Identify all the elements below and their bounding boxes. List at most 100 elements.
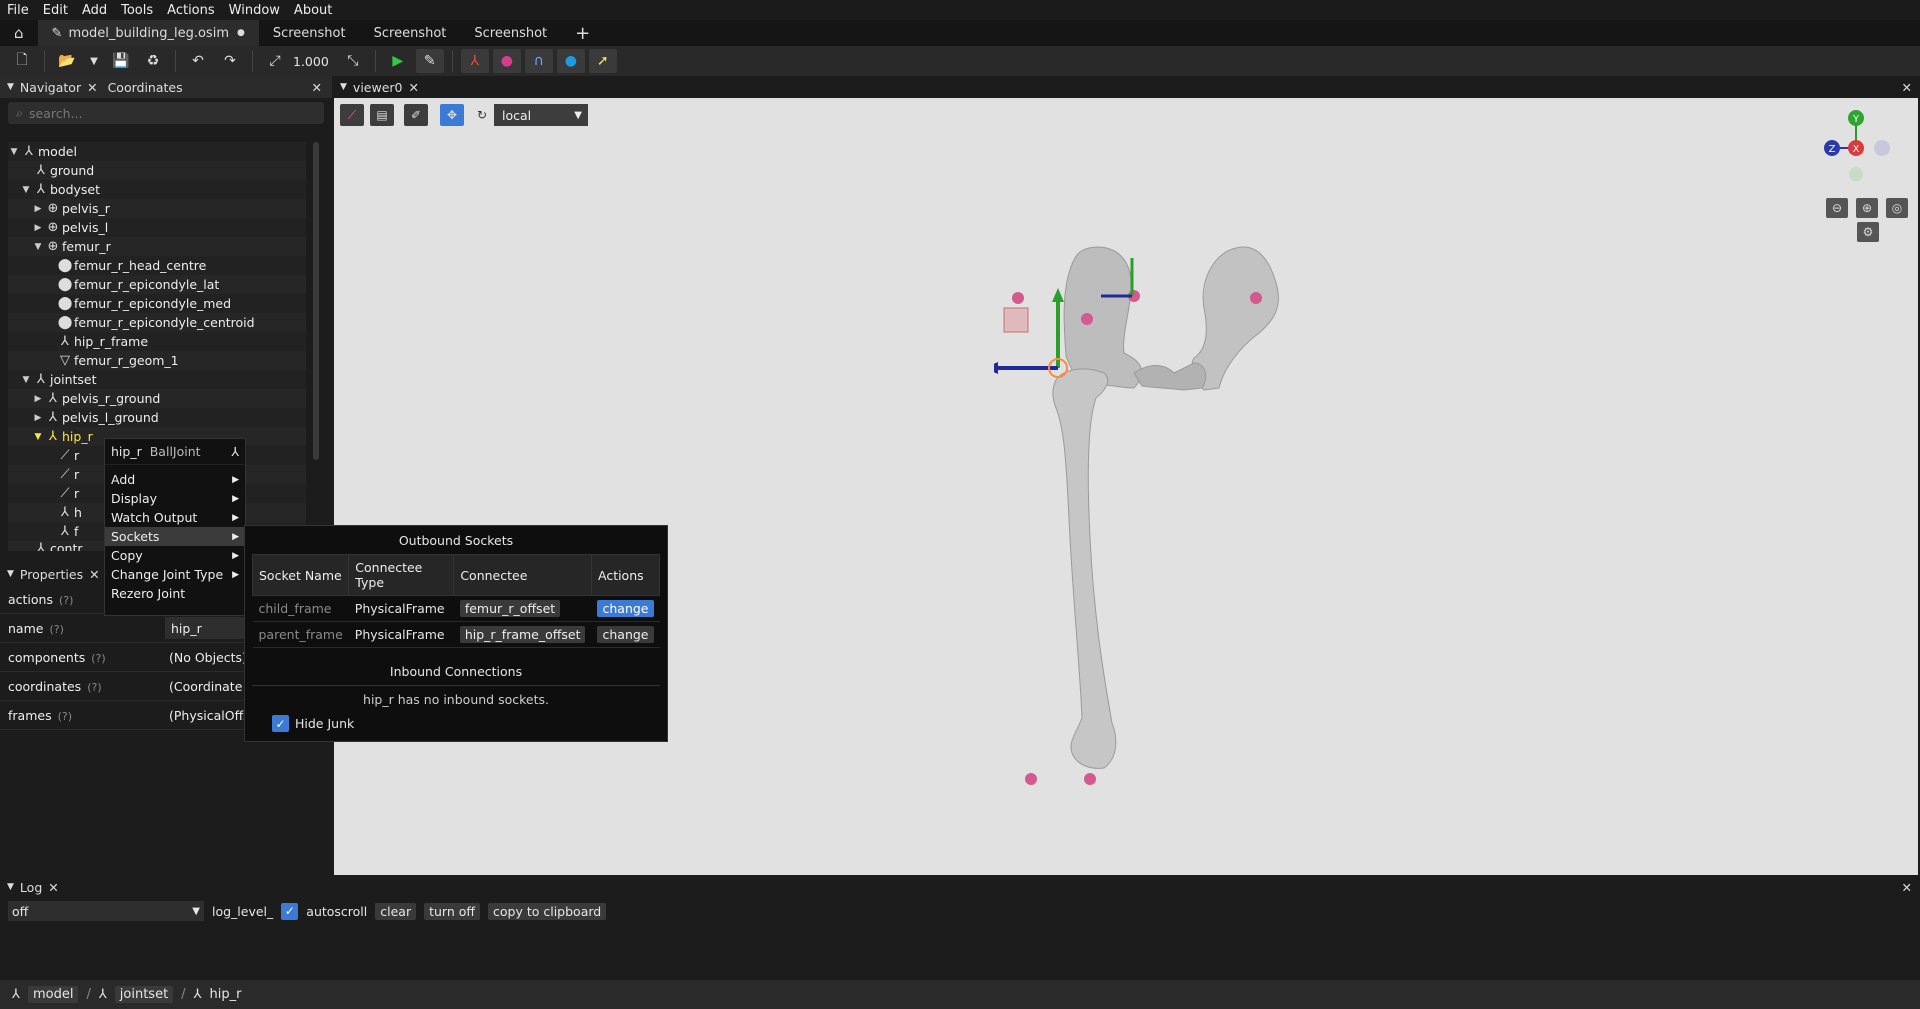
left-pelvis-bone[interactable]	[1191, 246, 1279, 391]
tree-item-femur-r-head-centre[interactable]: ⬤ femur_r_head_centre	[8, 256, 306, 275]
tab-properties[interactable]: Properties	[20, 567, 83, 582]
tab-screenshot-1[interactable]: Screenshot	[259, 20, 360, 46]
new-file-button[interactable]: 🗋	[8, 49, 36, 73]
rotate-mode-button[interactable]: ↻	[470, 104, 494, 126]
expanded-arrow-icon[interactable]: ▼	[32, 432, 44, 442]
tree-item-pelvis-l-ground[interactable]: ▶ ⅄ pelvis_l_ground	[8, 408, 306, 427]
close-icon[interactable]: ✕	[89, 567, 99, 582]
change-button[interactable]: change	[597, 626, 654, 643]
femur-bone[interactable]	[1052, 368, 1117, 769]
collapse-icon[interactable]: ▼	[7, 82, 14, 92]
help-marker[interactable]: (?)	[87, 681, 101, 694]
menu-item-display[interactable]: Display ▶	[105, 489, 245, 508]
close-icon[interactable]: ✕	[48, 880, 58, 895]
autofocus-button[interactable]: ◎	[1886, 198, 1908, 218]
add-tab-button[interactable]: +	[561, 20, 604, 46]
show-contact-geometry-button[interactable]: ●	[556, 49, 585, 73]
open-recent-dropdown[interactable]: ▼	[85, 49, 103, 73]
close-panel-icon[interactable]: ✕	[1902, 880, 1912, 895]
help-marker[interactable]: (?)	[91, 652, 105, 665]
open-file-button[interactable]: 📂	[53, 49, 81, 73]
connectee-link[interactable]: femur_r_offset	[459, 600, 561, 617]
collapse-icon[interactable]: ▼	[340, 82, 347, 92]
tree-item-bodyset[interactable]: ▼ ⅄ bodyset	[8, 180, 306, 199]
menu-file[interactable]: File	[0, 3, 36, 18]
show-frames-button[interactable]: ⅄	[460, 49, 489, 73]
tree-item-ground[interactable]: ⅄ ground	[8, 161, 306, 180]
tree-item-jointset[interactable]: ▼ ⅄ jointset	[8, 370, 306, 389]
autoscale-button[interactable]: ⤡	[339, 49, 367, 73]
menu-about[interactable]: About	[287, 3, 339, 18]
collapse-icon[interactable]: ▼	[7, 882, 14, 892]
breadcrumb-jointset[interactable]: jointset	[114, 986, 174, 1003]
show-markers-button[interactable]: ●	[492, 49, 521, 73]
tab-screenshot-3[interactable]: Screenshot	[460, 20, 561, 46]
tree-item-model[interactable]: ▼ ⅄ model	[8, 142, 306, 161]
redo-button[interactable]: ↷	[216, 49, 244, 73]
expanded-arrow-icon[interactable]: ▼	[20, 375, 32, 385]
tree-item-hip-r-frame[interactable]: ⅄ hip_r_frame	[8, 332, 306, 351]
tab-coordinates[interactable]: Coordinates	[108, 80, 183, 95]
edit-sim-settings-button[interactable]: ✎	[415, 49, 444, 73]
tree-item-femur-r-epicondyle-med[interactable]: ⬤ femur_r_epicondyle_med	[8, 294, 306, 313]
viewer-settings-button[interactable]: ⚙	[1857, 222, 1879, 242]
tab-navigator[interactable]: Navigator	[20, 80, 81, 95]
reload-button[interactable]: ♻	[139, 49, 167, 73]
help-marker[interactable]: (?)	[59, 594, 73, 607]
change-button[interactable]: change	[597, 600, 654, 617]
zoom-in-button[interactable]: ⊕	[1856, 198, 1878, 218]
marker-sphere[interactable]	[1081, 313, 1093, 325]
pubic-bone[interactable]	[1133, 362, 1207, 391]
collapsed-arrow-icon[interactable]: ▶	[32, 394, 44, 404]
turn-off-button[interactable]: turn off	[424, 902, 481, 920]
search-input[interactable]: ⌕ search...	[8, 102, 324, 124]
axes-gizmo[interactable]: Y X Z	[1814, 106, 1904, 186]
tree-item-pelvis-l[interactable]: ▶ ⊕ pelvis_l	[8, 218, 306, 237]
zoom-out-button[interactable]: ⊖	[1826, 198, 1848, 218]
connectee-link[interactable]: hip_r_frame_offset	[459, 626, 586, 643]
navigator-scrollbar[interactable]	[313, 142, 319, 460]
translate-mode-button[interactable]: ✥	[440, 104, 464, 126]
hide-junk-checkbox[interactable]: ✓	[272, 715, 289, 732]
menu-actions[interactable]: Actions	[160, 3, 222, 18]
undo-button[interactable]: ↶	[184, 49, 212, 73]
menu-item-copy[interactable]: Copy ▶	[105, 546, 245, 565]
log-level-select[interactable]: off ▼	[8, 901, 204, 921]
menu-item-add[interactable]: Add ▶	[105, 470, 245, 489]
3d-viewport[interactable]: ⟋ ▤ ✐ ✥ ↻ local ▼ Y X Z ⊖ ⊕ ◎ ⚙	[334, 98, 1918, 875]
close-panel-icon[interactable]: ✕	[1902, 80, 1912, 95]
breadcrumb-hip-r[interactable]: hip_r	[210, 987, 242, 1002]
close-icon[interactable]: ✕	[87, 80, 97, 95]
marker-sphere[interactable]	[1084, 773, 1096, 785]
copy-to-clipboard-button[interactable]: copy to clipboard	[488, 902, 607, 920]
menu-edit[interactable]: Edit	[36, 3, 75, 18]
visual-aids-button[interactable]: ✐	[404, 104, 428, 126]
expanded-arrow-icon[interactable]: ▼	[8, 147, 20, 157]
simulate-button[interactable]: ▶	[384, 49, 412, 73]
marker-sphere[interactable]	[1012, 292, 1024, 304]
tree-item-femur-r-geom-1[interactable]: ▽ femur_r_geom_1	[8, 351, 306, 370]
close-panel-icon[interactable]: ✕	[312, 80, 322, 95]
tab-viewer0[interactable]: viewer0	[353, 80, 403, 95]
measure-button[interactable]: ⟋	[340, 104, 364, 126]
menu-window[interactable]: Window	[222, 3, 287, 18]
tab-screenshot-2[interactable]: Screenshot	[360, 20, 461, 46]
menu-item-rezero-joint[interactable]: Rezero Joint	[105, 584, 245, 603]
tree-item-femur-r-epicondyle-centroid[interactable]: ⬤ femur_r_epicondyle_centroid	[8, 313, 306, 332]
marker-sphere[interactable]	[1025, 773, 1037, 785]
selection-cube[interactable]	[1003, 307, 1029, 333]
collapsed-arrow-icon[interactable]: ▶	[32, 223, 44, 233]
save-button[interactable]: 💾	[107, 49, 135, 73]
tree-item-pelvis-r[interactable]: ▶ ⊕ pelvis_r	[8, 199, 306, 218]
collapse-icon[interactable]: ▼	[7, 569, 14, 579]
coordinate-space-dropdown[interactable]: local ▼	[494, 104, 588, 126]
menu-item-watch-output[interactable]: Watch Output ▶	[105, 508, 245, 527]
collapsed-arrow-icon[interactable]: ▶	[32, 204, 44, 214]
tree-item-femur-r[interactable]: ▼ ⊕ femur_r	[8, 237, 306, 256]
scale-factor-value[interactable]: 1.000	[293, 54, 329, 69]
show-forces-button[interactable]: ➚	[588, 49, 617, 73]
tab-model-file[interactable]: ✎ model_building_leg.osim ●	[37, 20, 259, 46]
home-tab[interactable]: ⌂	[0, 20, 38, 46]
show-wrap-geometry-button[interactable]: ∩	[524, 49, 553, 73]
menu-add[interactable]: Add	[75, 3, 114, 18]
